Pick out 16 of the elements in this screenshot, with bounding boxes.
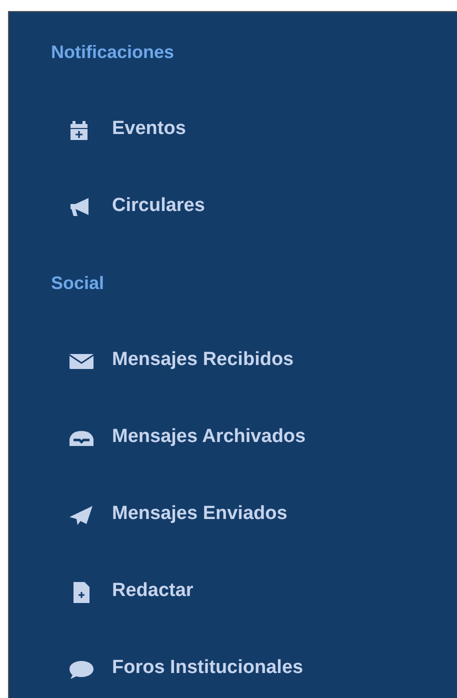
- megaphone-icon: [70, 198, 88, 216]
- section-heading: Notificaciones: [51, 41, 174, 64]
- menu-item[interactable]: Mensajes Archivados: [112, 423, 306, 452]
- calendar-icon: [70, 120, 88, 140]
- tray-icon: [70, 430, 94, 446]
- envelope-icon: [69, 354, 94, 368]
- comment-icon: [70, 660, 94, 678]
- menu-item[interactable]: Eventos: [112, 115, 186, 144]
- paper-plane-icon: [70, 506, 92, 524]
- menu-item[interactable]: Redactar: [112, 577, 194, 606]
- menu-item[interactable]: Foros Institucionales: [112, 654, 304, 683]
- menu-item[interactable]: Mensajes Recibidos: [112, 346, 294, 375]
- file-icon: [74, 582, 90, 602]
- menu-item[interactable]: Mensajes Enviados: [112, 500, 288, 529]
- menu-item[interactable]: Circulares: [112, 192, 205, 221]
- section-heading: Social: [51, 272, 104, 295]
